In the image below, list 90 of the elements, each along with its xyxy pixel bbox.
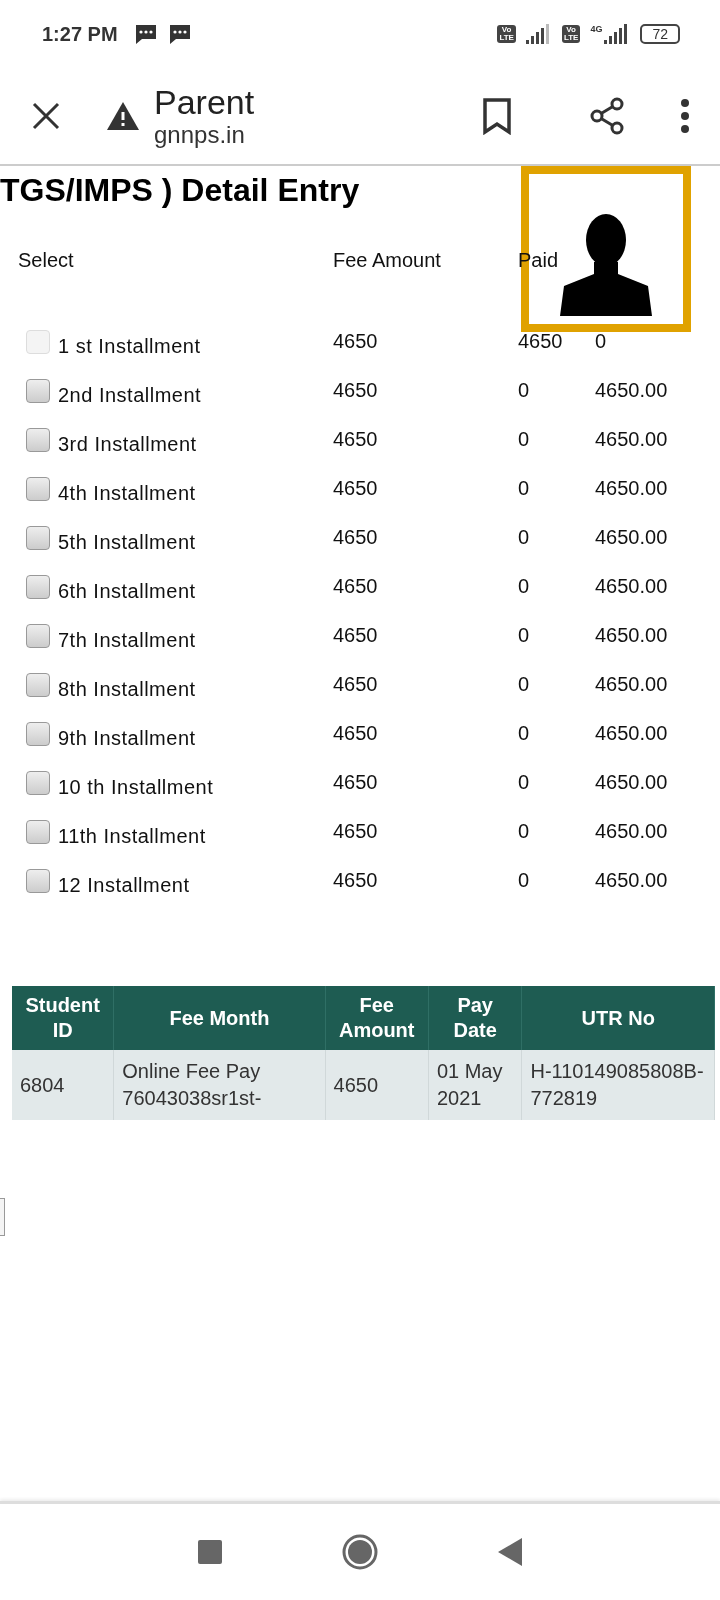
table-cell: H-110149085808B-772819	[522, 1050, 715, 1120]
paid-amount: 0	[518, 672, 531, 696]
due-amount: 4650.00	[595, 868, 669, 892]
installment-checkbox[interactable]	[26, 623, 50, 648]
installment-label: 7th Installment	[58, 629, 196, 652]
home-button[interactable]	[342, 1534, 378, 1570]
fee-amount: 4650	[333, 623, 379, 647]
fee-amount: 4650	[333, 476, 379, 500]
paid-amount: 0	[518, 721, 531, 745]
due-amount: 4650.00	[595, 378, 669, 402]
installment-label: 6th Installment	[58, 580, 196, 603]
table-cell: 4650	[325, 1050, 429, 1120]
installment-label: 3rd Installment	[58, 433, 197, 456]
due-amount: 4650.00	[595, 623, 669, 647]
page-title: Parent	[154, 83, 255, 121]
paid-amount: 0	[518, 770, 531, 794]
fee-amount: 4650	[333, 770, 379, 794]
column-header: Select	[18, 248, 75, 273]
warning-icon	[106, 101, 140, 131]
bookmark-button[interactable]	[482, 97, 512, 135]
due-amount: 4650.00	[595, 672, 669, 696]
installment-label: 10 th Installment	[58, 776, 214, 799]
table-header: Pay Date	[428, 986, 522, 1050]
table-header: Fee Month	[113, 986, 326, 1050]
status-time: 1:27 PM	[42, 22, 118, 46]
installment-label: 5th Installment	[58, 531, 196, 554]
installment-label: 11th Installment	[58, 825, 206, 848]
table-header: UTR No	[522, 986, 715, 1050]
installment-label: 12 Installment	[58, 874, 190, 897]
fee-amount: 4650	[333, 378, 379, 402]
volte-badge: Vo LTE	[497, 25, 516, 43]
volte-badge: Vo LTE	[561, 25, 581, 43]
table-cell: Online Fee Pay 76043038sr1st-	[113, 1050, 326, 1120]
installment-checkbox[interactable]	[26, 476, 50, 501]
installment-checkbox[interactable]	[26, 819, 50, 844]
installment-checkbox[interactable]	[26, 770, 50, 795]
installment-checkbox[interactable]	[26, 672, 50, 697]
column-header: Fee Amount	[333, 248, 442, 273]
message-icon	[167, 23, 192, 45]
paid-amount: 0	[518, 378, 531, 402]
fee-amount: 4650	[333, 819, 379, 843]
due-amount: 4650.00	[595, 476, 669, 500]
installment-checkbox[interactable]	[26, 574, 50, 599]
installment-label: 2nd Installment	[58, 384, 202, 407]
paid-amount: 0	[518, 868, 531, 892]
paid-amount: 0	[518, 623, 531, 647]
installment-checkbox[interactable]	[26, 868, 50, 893]
due-amount: 4650.00	[595, 427, 669, 451]
installment-checkbox[interactable]	[26, 427, 50, 452]
paid-amount: 0	[518, 574, 531, 598]
fee-amount: 4650	[333, 868, 379, 892]
table-cell: 6804	[12, 1050, 114, 1120]
table-header: Student ID	[12, 986, 114, 1050]
paid-amount: 0	[518, 819, 531, 843]
fee-amount: 4650	[333, 329, 379, 353]
paid-amount: 0	[518, 476, 531, 500]
battery-level: 72	[640, 24, 680, 44]
due-amount: 4650.00	[595, 525, 669, 549]
installment-checkbox[interactable]	[26, 525, 50, 550]
share-button[interactable]	[588, 96, 626, 136]
due-amount: 4650.00	[595, 574, 669, 598]
paid-amount: 0	[518, 525, 531, 549]
fee-amount: 4650	[333, 574, 379, 598]
table-cell: 01 May 2021	[428, 1050, 522, 1120]
signal-icon	[525, 24, 552, 44]
form-heading: TGS/IMPS ) Detail Entry	[0, 171, 361, 209]
fee-amount: 4650	[333, 721, 379, 745]
installment-checkbox[interactable]	[26, 721, 50, 746]
close-button[interactable]	[30, 100, 62, 132]
input-field[interactable]	[0, 1198, 5, 1236]
message-icon	[133, 23, 158, 45]
paid-amount: 0	[518, 427, 531, 451]
installment-label: 1 st Installment	[58, 335, 201, 358]
more-options-button[interactable]	[680, 99, 690, 133]
network-type: 4G	[590, 24, 603, 34]
due-amount: 4650.00	[595, 819, 669, 843]
page-url: gnnps.in	[154, 121, 246, 149]
installment-label: 9th Installment	[58, 727, 196, 750]
due-amount: 4650.00	[595, 770, 669, 794]
fee-amount: 4650	[333, 525, 379, 549]
table-header: Fee Amount	[325, 986, 429, 1050]
due-amount: 0	[595, 329, 608, 353]
fee-amount: 4650	[333, 427, 379, 451]
back-button[interactable]	[498, 1538, 522, 1566]
paid-amount: 4650	[518, 329, 564, 353]
installment-label: 8th Installment	[58, 678, 196, 701]
installment-label: 4th Installment	[58, 482, 196, 505]
fee-amount: 4650	[333, 672, 379, 696]
installment-checkbox[interactable]	[26, 378, 50, 403]
due-amount: 4650.00	[595, 721, 669, 745]
